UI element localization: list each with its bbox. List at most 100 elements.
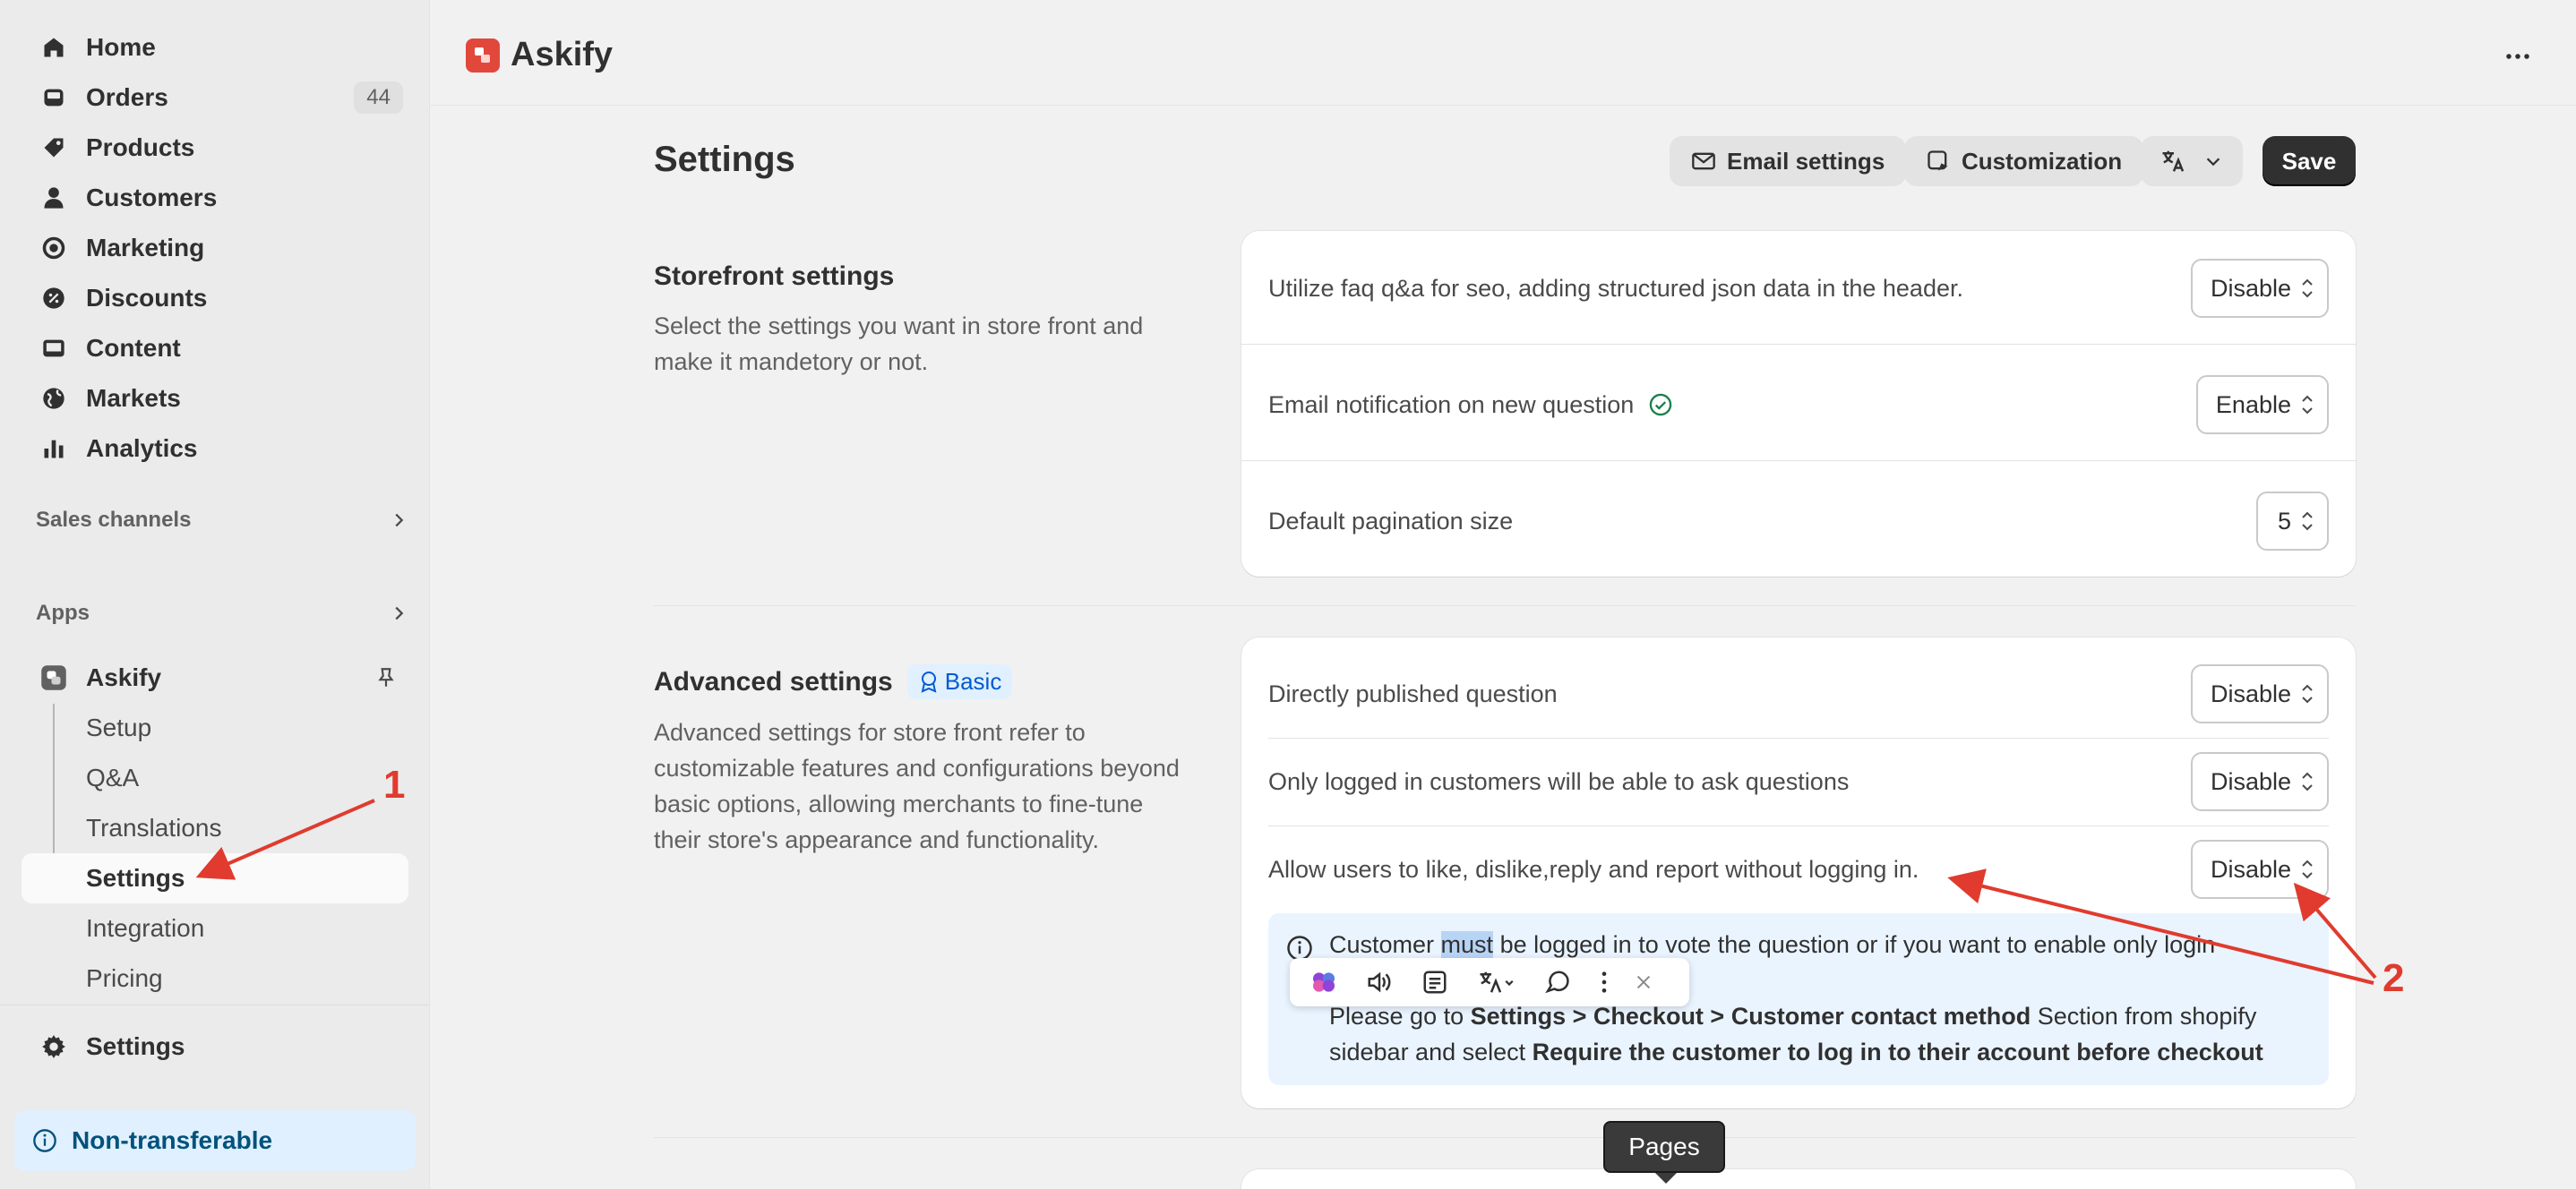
info-icon [32,1128,57,1153]
plan-badge-label: Basic [944,668,1002,695]
askify-logo-icon [466,38,500,73]
pages-tooltip: Pages [1603,1121,1725,1184]
nav-products[interactable]: Products [21,125,408,170]
pagination-size-select[interactable]: 5 [2255,492,2329,551]
setting-row: Directly published question Disable [1268,664,2329,723]
anonymous-interaction-select[interactable]: Disable [2190,840,2329,899]
nav-home[interactable]: Home [21,25,408,70]
row-divider [1268,825,2329,826]
app-title: Askify [466,36,613,74]
email-notification-select[interactable]: Enable [2195,375,2329,434]
non-transferable-label: Non-transferable [72,1126,273,1154]
setting-label: Only logged in customers will be able to… [1268,767,1850,795]
apps-section[interactable]: Apps [36,591,408,636]
sub-item-setup[interactable]: Setup [86,706,151,750]
select-arrows-icon [2300,770,2314,793]
chevron-right-icon [389,510,408,530]
nav-label: Home [86,33,156,61]
annotation-label-2: 2 [2383,956,2405,1000]
app-topbar [431,0,2576,106]
gear-icon [39,1032,68,1061]
email-settings-button[interactable]: Email settings [1670,136,1907,186]
setting-row: Default pagination size 5 [1268,491,2329,552]
sub-item-pricing[interactable]: Pricing [86,956,163,1001]
nav-content[interactable]: Content [21,326,408,371]
summary-icon[interactable] [1413,964,1456,1000]
info-line-1: Customer must be logged in to vote the q… [1329,931,2215,959]
text-selection-toolbar [1290,958,1689,1006]
close-icon[interactable] [1630,964,1657,1000]
translate-dropdown-icon[interactable] [1469,964,1523,1000]
person-icon [39,184,68,212]
info-bold: Require the customer to log in to their … [1532,1039,2263,1065]
setting-row: Utilize faq q&a for seo, adding structur… [1268,258,2329,319]
more-options-icon[interactable] [2504,43,2531,70]
nav-markets[interactable]: Markets [21,376,408,421]
setting-label: Utilize faq q&a for seo, adding structur… [1268,274,1963,302]
storefront-description: Select the settings you want in store fr… [654,312,1144,375]
info-text: Section from shopify [2031,1003,2257,1030]
select-arrows-icon [2300,277,2314,300]
nav-customers[interactable]: Customers [21,175,408,220]
sub-item-settings[interactable]: Settings [86,856,185,901]
nav-discounts[interactable]: Discounts [21,276,408,321]
home-icon [39,33,68,62]
annotation-label-1: 1 [383,763,406,807]
nav-orders[interactable]: Orders 44 [21,75,408,120]
globe-icon [39,384,68,413]
nav-settings[interactable]: Settings [21,1024,408,1069]
sales-channels-section[interactable]: Sales channels [36,498,408,543]
non-transferable-banner[interactable]: Non-transferable [14,1110,416,1171]
nav-label: Settings [86,1032,185,1060]
setting-label: Default pagination size [1268,507,1514,535]
storefront-title: Storefront settings [654,261,895,291]
section-separator [654,605,2356,606]
select-value: Disable [2210,274,2291,302]
nav-marketing[interactable]: Marketing [21,226,408,270]
advanced-card: Directly published question Disable Only… [1241,637,2356,1108]
advanced-title-wrap: Advanced settings Basic [654,664,1013,699]
setting-label: Allow users to like, dislike,reply and r… [1268,855,1919,883]
brain-icon[interactable] [1302,964,1345,1000]
nav-analytics[interactable]: Analytics [21,426,408,471]
customization-label: Customization [1962,147,2123,175]
tag-icon [39,133,68,162]
sub-item-integration[interactable]: Integration [86,906,204,951]
sub-item-translations[interactable]: Translations [86,806,221,851]
nav-label: Discounts [86,284,208,312]
logged-in-only-select[interactable]: Disable [2190,752,2329,811]
seo-select[interactable]: Disable [2190,259,2329,318]
select-value: Disable [2210,680,2291,707]
setting-row: Only logged in customers will be able to… [1268,752,2329,811]
sales-channels-label: Sales channels [36,508,192,532]
nav-label: Orders [86,83,168,111]
speaker-icon[interactable] [1358,964,1401,1000]
more-vertical-icon[interactable] [1591,964,1618,1000]
setting-row: Allow users to like, dislike,reply and r… [1268,840,2329,899]
customization-button[interactable]: Customization [1904,136,2144,186]
info-highlight: must [1440,931,1494,958]
plan-badge: Basic [906,664,1013,699]
language-select-button[interactable] [2141,136,2243,186]
setting-label-wrap: Email notification on new question [1268,391,1673,419]
pin-icon[interactable] [374,666,398,689]
row-divider [1241,460,2356,461]
nav-app-askify[interactable]: Askify [21,655,408,700]
setting-label: Email notification on new question [1268,390,1635,418]
discount-icon [39,284,68,312]
info-line-2: Please go to Settings > Checkout > Custo… [1329,1003,2256,1031]
direct-publish-select[interactable]: Disable [2190,664,2329,723]
save-button[interactable]: Save [2263,136,2356,186]
nav-label: Analytics [86,434,198,462]
comment-icon[interactable] [1535,964,1578,1000]
sub-item-qa[interactable]: Q&A [86,756,139,800]
askify-app-icon [39,663,68,692]
translate-icon [2160,148,2187,175]
row-divider [1268,738,2329,739]
sidebar: Home Orders 44 Products Customers Market… [0,0,430,1189]
chevron-right-icon [389,603,408,623]
row-divider [1241,344,2356,345]
nav-label: Markets [86,384,181,412]
info-line-3: sidebar and select Require the customer … [1329,1039,2263,1066]
select-arrows-icon [2300,858,2314,881]
